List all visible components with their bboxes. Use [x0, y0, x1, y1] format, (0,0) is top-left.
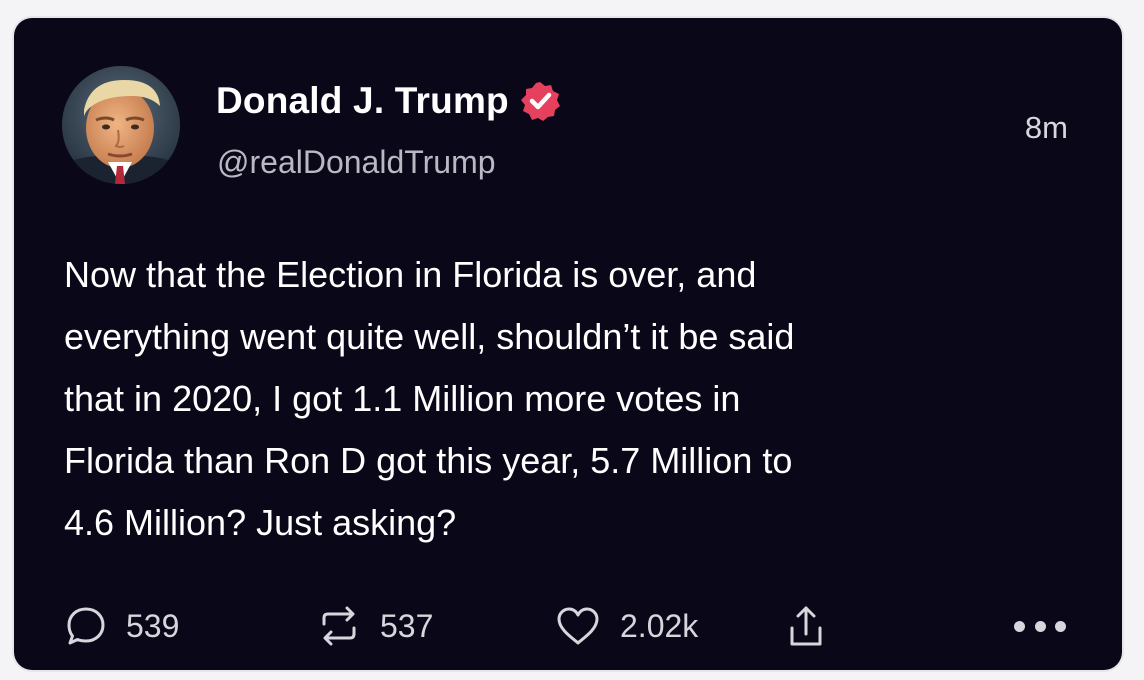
post-text: Now that the Election in Florida is over… — [64, 244, 1064, 554]
post-text-line: Florida than Ron D got this year, 5.7 Mi… — [64, 440, 793, 481]
more-dots-icon — [1034, 620, 1046, 632]
more-dots-icon — [1055, 620, 1066, 632]
heart-icon — [557, 607, 599, 645]
like-count: 2.02k — [620, 607, 699, 644]
post-text-line: Now that the Election in Florida is over… — [64, 254, 757, 295]
like-button[interactable]: 2.02k — [554, 604, 698, 648]
more-options-button[interactable] — [1014, 616, 1066, 636]
post-timestamp: 8m — [1024, 110, 1068, 145]
post-text-line: 4.6 Million? Just asking? — [64, 502, 457, 543]
reply-bubble-icon — [67, 607, 105, 645]
post-text-line: that in 2020, I got 1.1 Million more vot… — [64, 378, 741, 419]
repost-arrows-icon — [322, 606, 356, 646]
more-dots-icon — [1014, 620, 1025, 632]
action-bar: 539 537 2.02k — [64, 604, 1074, 652]
repost-button[interactable]: 537 — [316, 604, 433, 648]
display-name[interactable]: Donald J. Trump — [216, 80, 509, 122]
verified-badge-icon — [519, 80, 561, 122]
post-text-line: everything went quite well, shouldn’t it… — [64, 316, 795, 357]
repost-count: 537 — [380, 607, 434, 644]
post-card: Donald J. Trump @realDonaldTrump 8m Now … — [14, 18, 1122, 670]
avatar-portrait-icon — [62, 66, 180, 184]
share-button[interactable] — [786, 604, 826, 650]
reply-count: 539 — [126, 607, 180, 644]
share-upload-icon — [790, 606, 822, 646]
avatar[interactable] — [62, 66, 180, 184]
reply-button[interactable]: 539 — [64, 604, 179, 648]
author-row: Donald J. Trump — [216, 80, 561, 122]
author-handle[interactable]: @realDonaldTrump — [217, 144, 496, 181]
